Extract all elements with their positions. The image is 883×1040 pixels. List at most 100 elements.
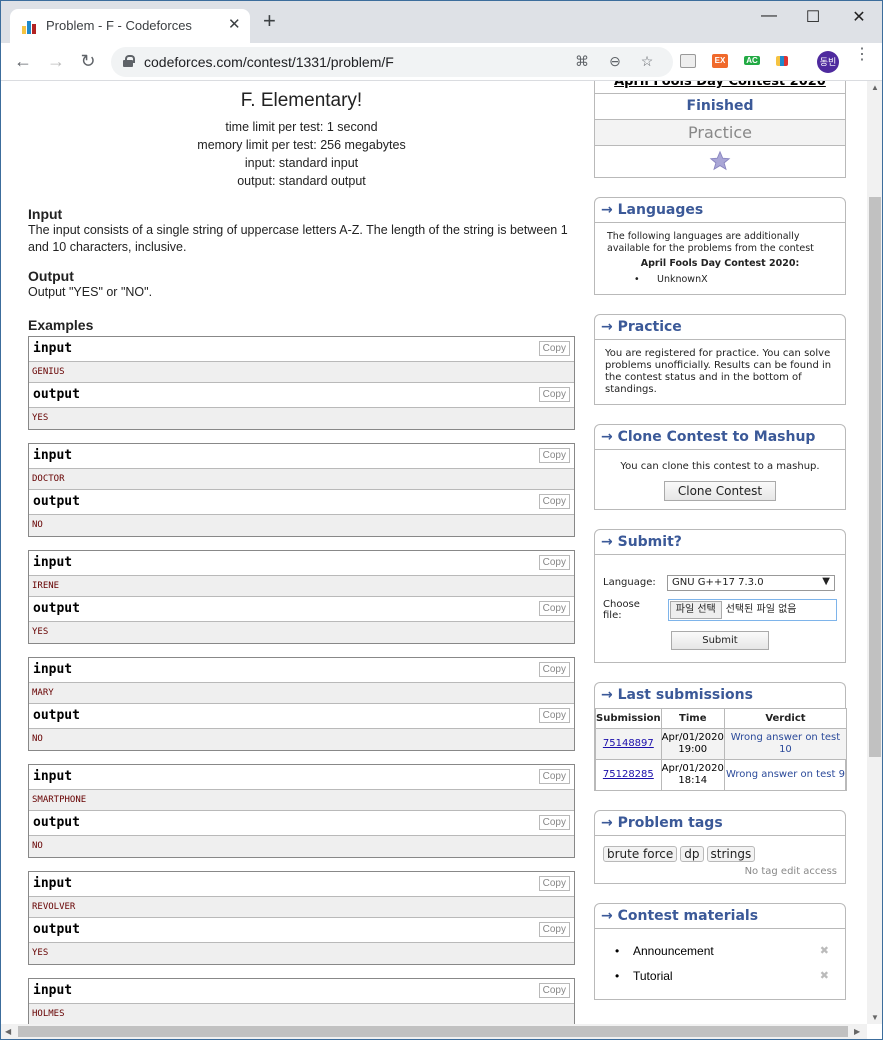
clone-contest-button[interactable]: Clone Contest <box>664 481 776 501</box>
example-input[interactable]: REVOLVER <box>29 897 574 918</box>
time-limit: time limit per test: 1 second <box>225 120 378 134</box>
example-input[interactable]: HOLMES <box>29 1004 574 1024</box>
submission-time: Apr/01/2020 18:14 <box>660 759 725 791</box>
material-link[interactable]: Announcement <box>633 944 714 958</box>
profile-avatar[interactable]: 동빈 <box>817 51 839 73</box>
material-item[interactable]: Announcement ✖ <box>609 939 831 964</box>
copy-output-button[interactable]: Copy <box>538 922 570 937</box>
zoom-out-icon[interactable]: ⊖ <box>605 53 625 70</box>
output-label: output <box>33 815 80 830</box>
scroll-left-arrow-icon[interactable]: ◀ <box>5 1027 11 1036</box>
submit-box: → Submit? Language: GNU G++17 7.3.0 ▼ Cho… <box>594 529 846 663</box>
bookmark-star-icon[interactable]: ☆ <box>637 53 657 70</box>
scroll-down-arrow-icon[interactable]: ▼ <box>871 1013 879 1022</box>
example-output[interactable]: YES <box>29 622 574 643</box>
tag-strings[interactable]: strings <box>706 846 756 862</box>
browser-menu-icon[interactable]: ⋮ <box>854 47 870 63</box>
example-input[interactable]: SMARTPHONE <box>29 790 574 811</box>
copy-input-button[interactable]: Copy <box>538 769 570 784</box>
favourite-star-icon[interactable] <box>595 145 845 177</box>
copy-input-button[interactable]: Copy <box>538 983 570 998</box>
example-output[interactable]: NO <box>29 836 574 857</box>
minimize-button[interactable]: — <box>754 7 784 25</box>
horizontal-scroll-thumb[interactable] <box>18 1026 848 1037</box>
example-input[interactable]: IRENE <box>29 576 574 597</box>
maximize-button[interactable]: ☐ <box>798 7 828 27</box>
example-input[interactable]: DOCTOR <box>29 469 574 490</box>
scroll-up-arrow-icon[interactable]: ▲ <box>871 83 879 92</box>
practice-box: → Practice You are registered for practi… <box>594 314 846 405</box>
example-output[interactable]: NO <box>29 729 574 750</box>
url-text[interactable]: codeforces.com/contest/1331/problem/F <box>144 54 394 70</box>
vertical-scrollbar[interactable]: ▲ ▼ <box>867 81 882 1024</box>
input-label: input <box>33 341 73 356</box>
submission-verdict[interactable]: Wrong answer on test 9 <box>723 759 848 791</box>
example-output[interactable]: NO <box>29 515 574 536</box>
copy-input-button[interactable]: Copy <box>538 876 570 891</box>
copy-input-button[interactable]: Copy <box>538 555 570 570</box>
copy-input-button[interactable]: Copy <box>538 341 570 356</box>
remove-icon[interactable]: ✖ <box>820 939 829 964</box>
new-tab-button[interactable]: + <box>263 10 276 32</box>
fx-extension-icon[interactable]: EX <box>712 54 728 68</box>
column-header: Time <box>660 708 725 729</box>
copy-output-button[interactable]: Copy <box>538 387 570 402</box>
screenshot-extension-icon[interactable] <box>680 54 696 68</box>
contest-name-link[interactable]: April Fools Day Contest 2020 <box>595 81 845 93</box>
example-block: input Copy SMARTPHONE output Copy NO <box>28 764 575 858</box>
codeforces-extension-icon[interactable] <box>776 56 788 66</box>
ac-extension-icon[interactable]: AC <box>744 56 760 65</box>
address-bar[interactable]: codeforces.com/contest/1331/problem/F ⌘ … <box>111 47 673 77</box>
copy-output-button[interactable]: Copy <box>538 708 570 723</box>
translate-icon[interactable]: ⌘ <box>572 53 592 70</box>
examples-list: input Copy GENIUS output Copy YES input Copy DOC… <box>28 336 575 1024</box>
submission-link[interactable]: 75148897 <box>603 738 654 749</box>
output-label: output <box>33 708 80 723</box>
input-label: input <box>33 983 73 998</box>
column-header: Submission <box>595 708 662 729</box>
remove-icon[interactable]: ✖ <box>820 964 829 989</box>
copy-input-button[interactable]: Copy <box>538 662 570 677</box>
tag-brute-force[interactable]: brute force <box>603 846 678 862</box>
dropdown-arrow-icon: ▼ <box>822 576 830 587</box>
example-block: input Copy HOLMES <box>28 978 575 1024</box>
tab-close-icon[interactable]: ✕ <box>228 15 241 33</box>
lock-icon <box>123 55 135 67</box>
submit-button[interactable]: Submit <box>671 631 769 650</box>
example-output[interactable]: YES <box>29 408 574 429</box>
input-label: input <box>33 555 73 570</box>
practice-title: → Practice <box>595 315 845 340</box>
back-button[interactable]: ← <box>12 51 34 72</box>
copy-input-button[interactable]: Copy <box>538 448 570 463</box>
submission-row: 75128285 Apr/01/2020 18:14 Wrong answer o… <box>595 759 848 791</box>
submission-verdict[interactable]: Wrong answer on test 10 <box>723 728 848 760</box>
close-window-button[interactable]: ✕ <box>844 7 874 27</box>
submission-link[interactable]: 75128285 <box>603 769 654 780</box>
example-block: input Copy GENIUS output Copy YES <box>28 336 575 430</box>
vertical-scroll-thumb[interactable] <box>869 197 881 757</box>
example-input[interactable]: MARY <box>29 683 574 704</box>
browser-window: Problem - F - Codeforces ✕ + — ☐ ✕ ← → ↻… <box>0 0 883 1040</box>
material-link[interactable]: Tutorial <box>633 969 673 983</box>
language-select[interactable]: GNU G++17 7.3.0 ▼ <box>667 575 835 591</box>
clone-box: → Clone Contest to Mashup You can clone … <box>594 424 846 510</box>
example-output[interactable]: YES <box>29 943 574 964</box>
forward-button[interactable]: → <box>45 51 67 72</box>
submission-time: Apr/01/2020 19:00 <box>660 728 725 760</box>
copy-output-button[interactable]: Copy <box>538 601 570 616</box>
copy-output-button[interactable]: Copy <box>538 494 570 509</box>
example-input[interactable]: GENIUS <box>29 362 574 383</box>
reload-button[interactable]: ↻ <box>77 51 99 72</box>
material-item[interactable]: Tutorial ✖ <box>609 964 831 989</box>
submission-row: 75148897 Apr/01/2020 19:00 Wrong answer o… <box>595 728 848 760</box>
copy-output-button[interactable]: Copy <box>538 815 570 830</box>
browser-tab[interactable]: Problem - F - Codeforces ✕ <box>10 9 250 43</box>
choose-file-button[interactable]: 파일 선택 <box>669 601 722 619</box>
tag-dp[interactable]: dp <box>680 846 704 862</box>
horizontal-scrollbar[interactable]: ◀ ▶ <box>1 1024 867 1039</box>
codeforces-favicon-icon <box>22 20 38 34</box>
scroll-right-arrow-icon[interactable]: ▶ <box>854 1027 860 1036</box>
memory-limit: memory limit per test: 256 megabytes <box>197 138 406 152</box>
clone-text: You can clone this contest to a mashup. <box>620 461 820 472</box>
file-input[interactable]: 파일 선택 선택된 파일 없음 <box>667 599 837 621</box>
